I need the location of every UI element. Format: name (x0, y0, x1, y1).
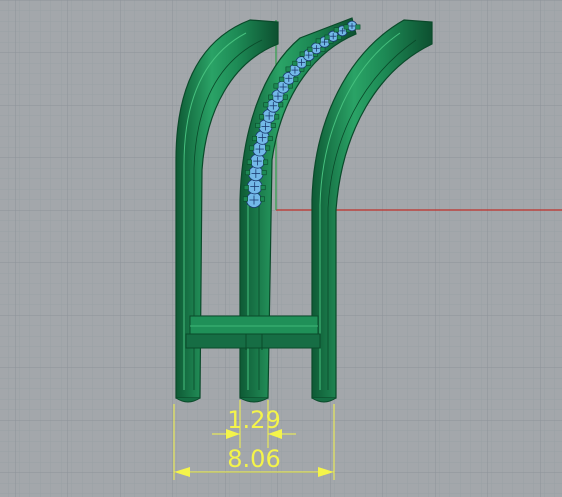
top-viewport[interactable]: 1.29 8.06 (0, 0, 562, 497)
ring-crossbar[interactable] (185, 315, 321, 350)
viewport-canvas[interactable]: 1.29 8.06 (0, 0, 562, 497)
dimension-small-label: 1.29 (227, 406, 280, 434)
dimension-overall-label: 8.06 (227, 445, 280, 473)
